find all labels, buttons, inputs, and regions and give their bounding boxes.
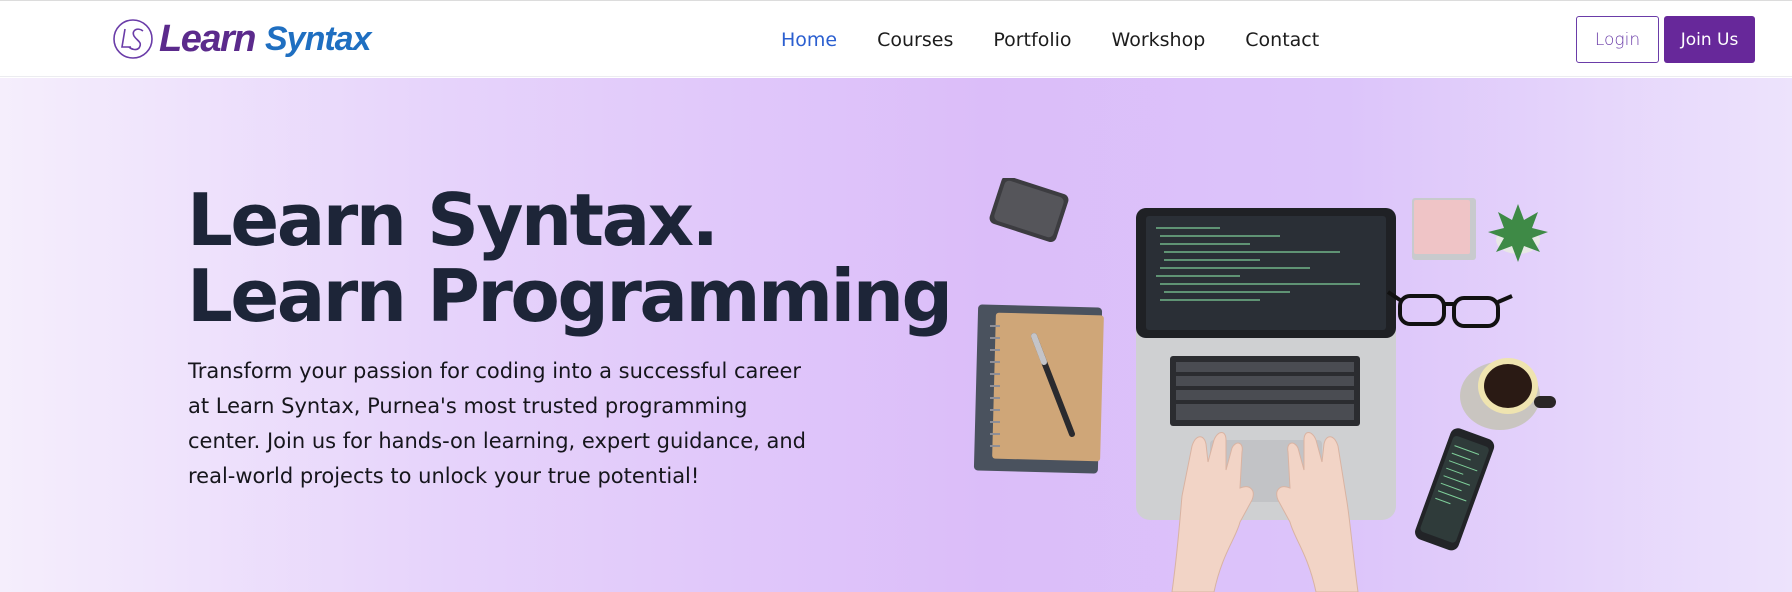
nav-portfolio[interactable]: Portfolio bbox=[993, 23, 1071, 57]
phone-icon bbox=[1415, 428, 1495, 551]
main-navigation: Home Courses Portfolio Workshop Contact bbox=[781, 23, 1359, 57]
hero-title-line-1: Learn Syntax. bbox=[187, 178, 719, 262]
notebook-icon bbox=[973, 304, 1104, 474]
hero-title: Learn Syntax. Learn Programming bbox=[187, 178, 953, 338]
site-header: Learn Syntax Home Courses Portfolio Work… bbox=[0, 1, 1792, 77]
logo[interactable]: Learn Syntax bbox=[112, 17, 371, 61]
login-button[interactable]: Login bbox=[1576, 16, 1659, 63]
nav-workshop[interactable]: Workshop bbox=[1112, 23, 1206, 57]
hero-section: Learn Syntax. Learn Programming Transfor… bbox=[0, 78, 1792, 592]
join-us-button[interactable]: Join Us bbox=[1664, 16, 1755, 63]
nav-home[interactable]: Home bbox=[781, 23, 837, 57]
hero-description: Transform your passion for coding into a… bbox=[188, 359, 806, 488]
coffee-cup-icon bbox=[1460, 358, 1556, 430]
nav-courses[interactable]: Courses bbox=[877, 23, 953, 57]
plant-icon bbox=[1488, 204, 1548, 262]
laptop-icon bbox=[1136, 208, 1396, 520]
hero-title-line-2: Learn Programming bbox=[187, 254, 953, 338]
glasses-icon bbox=[1386, 290, 1513, 328]
sticky-notes-icon bbox=[1412, 198, 1476, 260]
logo-word-learn: Learn bbox=[159, 18, 256, 60]
logo-mark-icon bbox=[113, 19, 153, 59]
logo-word-syntax: Syntax bbox=[264, 20, 371, 58]
desk-laptop-coding-icon bbox=[973, 178, 1556, 592]
nav-contact[interactable]: Contact bbox=[1245, 23, 1319, 57]
pouch-icon bbox=[989, 178, 1069, 243]
